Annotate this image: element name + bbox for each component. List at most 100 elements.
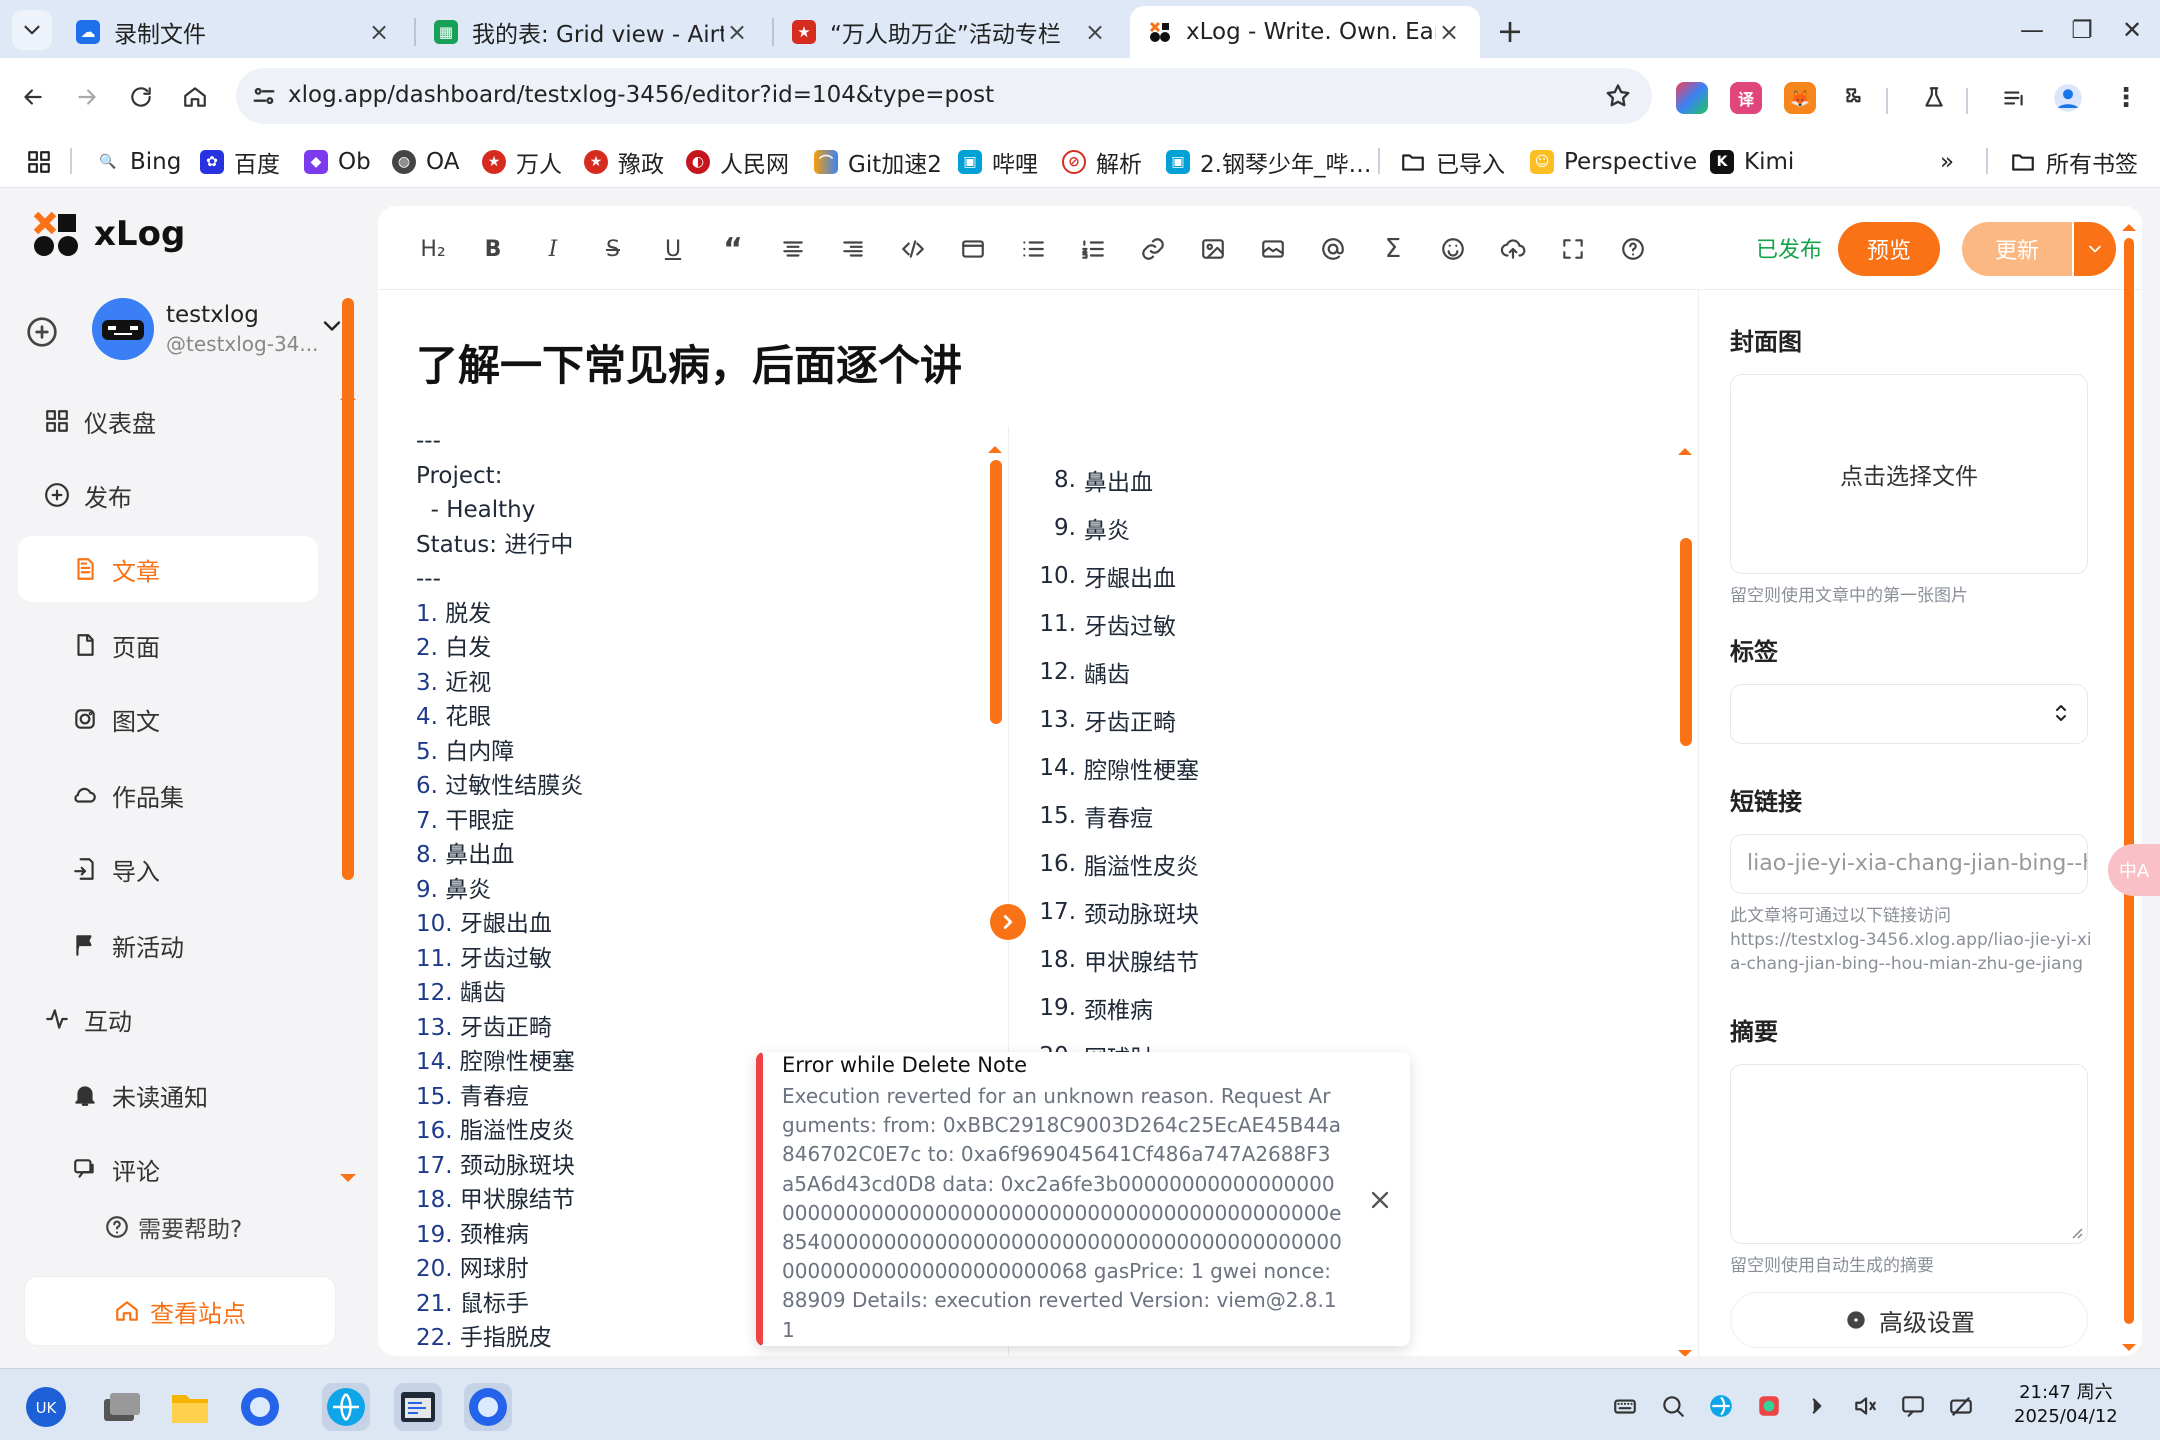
scroll-up-arrow[interactable]: [1678, 448, 1692, 455]
bookmarks-overflow-button[interactable]: »: [1940, 142, 1954, 182]
app-tray-icon[interactable]: [1756, 1393, 1782, 1419]
tab-search-button[interactable]: [12, 10, 52, 50]
emoji-icon[interactable]: [1438, 234, 1468, 264]
browser-tab[interactable]: ★ “万人助万企”活动专栏 ×: [774, 6, 1126, 58]
browser-tab[interactable]: ☁ 录制文件 ×: [58, 6, 410, 58]
advanced-settings-button[interactable]: 高级设置: [1730, 1292, 2088, 1348]
view-site-button[interactable]: 查看站点: [24, 1276, 336, 1346]
media-icon[interactable]: [1258, 234, 1288, 264]
wifi-off-icon[interactable]: [1948, 1393, 1974, 1419]
align-right-icon[interactable]: [838, 234, 868, 264]
sidebar-item-pages[interactable]: 页面: [72, 612, 372, 678]
close-icon[interactable]: ×: [724, 19, 750, 45]
tags-select[interactable]: [1730, 684, 2088, 744]
sidebar-item-articles[interactable]: 文章: [18, 536, 318, 602]
labs-flask-icon[interactable]: [1918, 82, 1950, 114]
bookmark-piano[interactable]: ▣ 2.钢琴少年_哔…: [1166, 142, 1371, 182]
browser-tab[interactable]: ▦ 我的表: Grid view - Airtable ×: [416, 6, 768, 58]
bookmark-kimi[interactable]: K Kimi: [1710, 142, 1794, 182]
bookmark-jiexi[interactable]: ⊘ 解析: [1062, 142, 1142, 182]
bookmark-yuzheng[interactable]: ★ 豫政: [584, 142, 664, 182]
apps-grid-icon[interactable]: [26, 142, 52, 182]
scroll-down-arrow[interactable]: [1678, 1350, 1692, 1356]
sidebar-item-publish[interactable]: 发布: [44, 462, 344, 528]
browser-active-icon[interactable]: [464, 1383, 512, 1431]
extensions-icon[interactable]: [1838, 82, 1870, 114]
code-icon[interactable]: [898, 234, 928, 264]
search-icon[interactable]: [1660, 1393, 1686, 1419]
toggle-preview-button[interactable]: [990, 904, 1026, 940]
copilot-icon[interactable]: [1676, 82, 1708, 114]
translate-extension-icon[interactable]: 译: [1730, 82, 1762, 114]
sidebar-scrollbar[interactable]: [342, 298, 354, 880]
settings-scrollbar[interactable]: [2124, 238, 2134, 1324]
sidebar-item-notifications[interactable]: 未读通知: [72, 1062, 372, 1128]
close-icon[interactable]: ×: [1082, 19, 1108, 45]
slug-input[interactable]: liao-jie-yi-xia-chang-jian-bing--hou-mia…: [1730, 834, 2088, 894]
close-icon[interactable]: [1366, 1186, 1394, 1214]
update-button[interactable]: 更新: [1962, 222, 2072, 276]
quote-icon[interactable]: “: [718, 232, 748, 267]
sidebar-item-events[interactable]: 新活动: [72, 912, 372, 978]
xlog-logo[interactable]: xLog: [32, 210, 185, 258]
close-icon[interactable]: ×: [366, 19, 392, 45]
forward-button[interactable]: [68, 78, 106, 116]
bookmark-folder-imported[interactable]: 已导入: [1400, 142, 1505, 182]
mention-icon[interactable]: [1318, 234, 1348, 264]
source-scrollbar[interactable]: [990, 460, 1002, 724]
address-bar[interactable]: xlog.app/dashboard/testxlog-3456/editor?…: [236, 68, 1652, 124]
bookmark-git[interactable]: ⌒ Git加速2: [814, 142, 942, 182]
restore-button[interactable]: ❐: [2064, 14, 2100, 46]
add-site-icon[interactable]: [26, 316, 58, 348]
image-icon[interactable]: [1198, 234, 1228, 264]
tray-expand-icon[interactable]: [1804, 1393, 1830, 1419]
system-clock[interactable]: 21:47 周六 2025/04/12: [2014, 1381, 2118, 1429]
back-button[interactable]: [14, 78, 52, 116]
bullet-list-icon[interactable]: [1018, 234, 1048, 264]
sidebar-item-photos[interactable]: 图文: [72, 686, 372, 752]
post-title-input[interactable]: 了解一下常见病，后面逐个讲: [416, 332, 962, 393]
close-icon[interactable]: ×: [1436, 19, 1462, 45]
browser-menu-icon[interactable]: ⋮: [2110, 82, 2142, 114]
bookmark-perspective[interactable]: ☺ Perspective: [1530, 142, 1697, 182]
window-close-button[interactable]: ✕: [2114, 14, 2150, 46]
cover-upload-area[interactable]: 点击选择文件: [1730, 374, 2088, 574]
text-editor-icon[interactable]: [394, 1383, 442, 1431]
italic-icon[interactable]: I: [538, 234, 568, 264]
multitask-view-icon[interactable]: [98, 1383, 146, 1431]
user-switcher[interactable]: testxlog @testxlog-34...: [22, 298, 352, 368]
bookmark-bilibili[interactable]: ▣ 哔哩: [958, 142, 1038, 182]
scroll-down-arrow[interactable]: [340, 1174, 356, 1182]
sidebar-item-comments[interactable]: 评论: [72, 1136, 372, 1202]
update-dropdown-button[interactable]: [2072, 222, 2116, 276]
bookmark-wanren[interactable]: ★ 万人: [482, 142, 562, 182]
bookmark-baidu[interactable]: ✿ 百度: [200, 142, 280, 182]
ordered-list-icon[interactable]: [1078, 234, 1108, 264]
scroll-up-arrow[interactable]: [2122, 224, 2136, 231]
bookmark-bing[interactable]: 🔍 Bing: [96, 142, 181, 182]
preview-scrollbar[interactable]: [1680, 538, 1692, 746]
bookmark-oa[interactable]: ◍ OA: [392, 142, 459, 182]
bookmark-ob[interactable]: ◆ Ob: [304, 142, 371, 182]
upload-icon[interactable]: [1498, 234, 1528, 264]
code-block-icon[interactable]: [958, 234, 988, 264]
metamask-icon[interactable]: 🦊: [1784, 82, 1816, 114]
notification-icon[interactable]: [1900, 1393, 1926, 1419]
summary-textarea[interactable]: [1730, 1064, 2088, 1244]
profile-avatar-icon[interactable]: [2052, 82, 2084, 114]
network-app-tray-icon[interactable]: [1708, 1393, 1734, 1419]
file-manager-icon[interactable]: [166, 1383, 214, 1431]
fullscreen-icon[interactable]: [1558, 234, 1588, 264]
help-link[interactable]: 需要帮助?: [104, 1210, 242, 1244]
volume-icon[interactable]: [1852, 1393, 1878, 1419]
strikethrough-icon[interactable]: S: [598, 234, 628, 264]
align-center-icon[interactable]: [778, 234, 808, 264]
translate-float-button[interactable]: 中A: [2108, 844, 2160, 896]
browser-icon[interactable]: [236, 1383, 284, 1431]
formula-icon[interactable]: Σ: [1378, 234, 1408, 264]
help-circle-icon[interactable]: [1618, 234, 1648, 264]
bookmark-star-icon[interactable]: [1604, 82, 1632, 110]
sidebar-item-portfolio[interactable]: 作品集: [72, 762, 372, 828]
browser-tab-active[interactable]: xLog - Write. Own. Earn. ×: [1130, 6, 1480, 58]
preview-button[interactable]: 预览: [1838, 222, 1940, 276]
